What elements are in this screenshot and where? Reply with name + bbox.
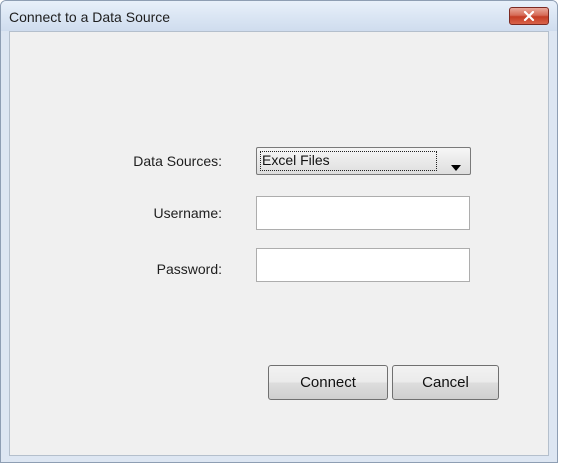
data-sources-label: Data Sources: xyxy=(133,153,222,169)
dialog-window: Connect to a Data Source Data Sources: E… xyxy=(0,0,558,463)
cancel-button[interactable]: Cancel xyxy=(392,365,499,400)
close-icon xyxy=(523,11,535,21)
title-bar[interactable]: Connect to a Data Source xyxy=(1,1,557,31)
password-label: Password: xyxy=(156,261,222,277)
data-sources-dropdown[interactable]: Excel Files xyxy=(256,147,471,175)
dialog-body: Data Sources: Excel Files Username: Pass… xyxy=(9,31,549,456)
username-label: Username: xyxy=(153,205,222,221)
connect-button[interactable]: Connect xyxy=(268,365,388,400)
window-title: Connect to a Data Source xyxy=(9,9,171,25)
password-input[interactable] xyxy=(256,248,470,282)
close-button[interactable] xyxy=(509,7,549,25)
username-input[interactable] xyxy=(256,196,470,230)
data-sources-selected-value: Excel Files xyxy=(262,152,330,168)
dropdown-arrow-icon xyxy=(451,158,461,176)
